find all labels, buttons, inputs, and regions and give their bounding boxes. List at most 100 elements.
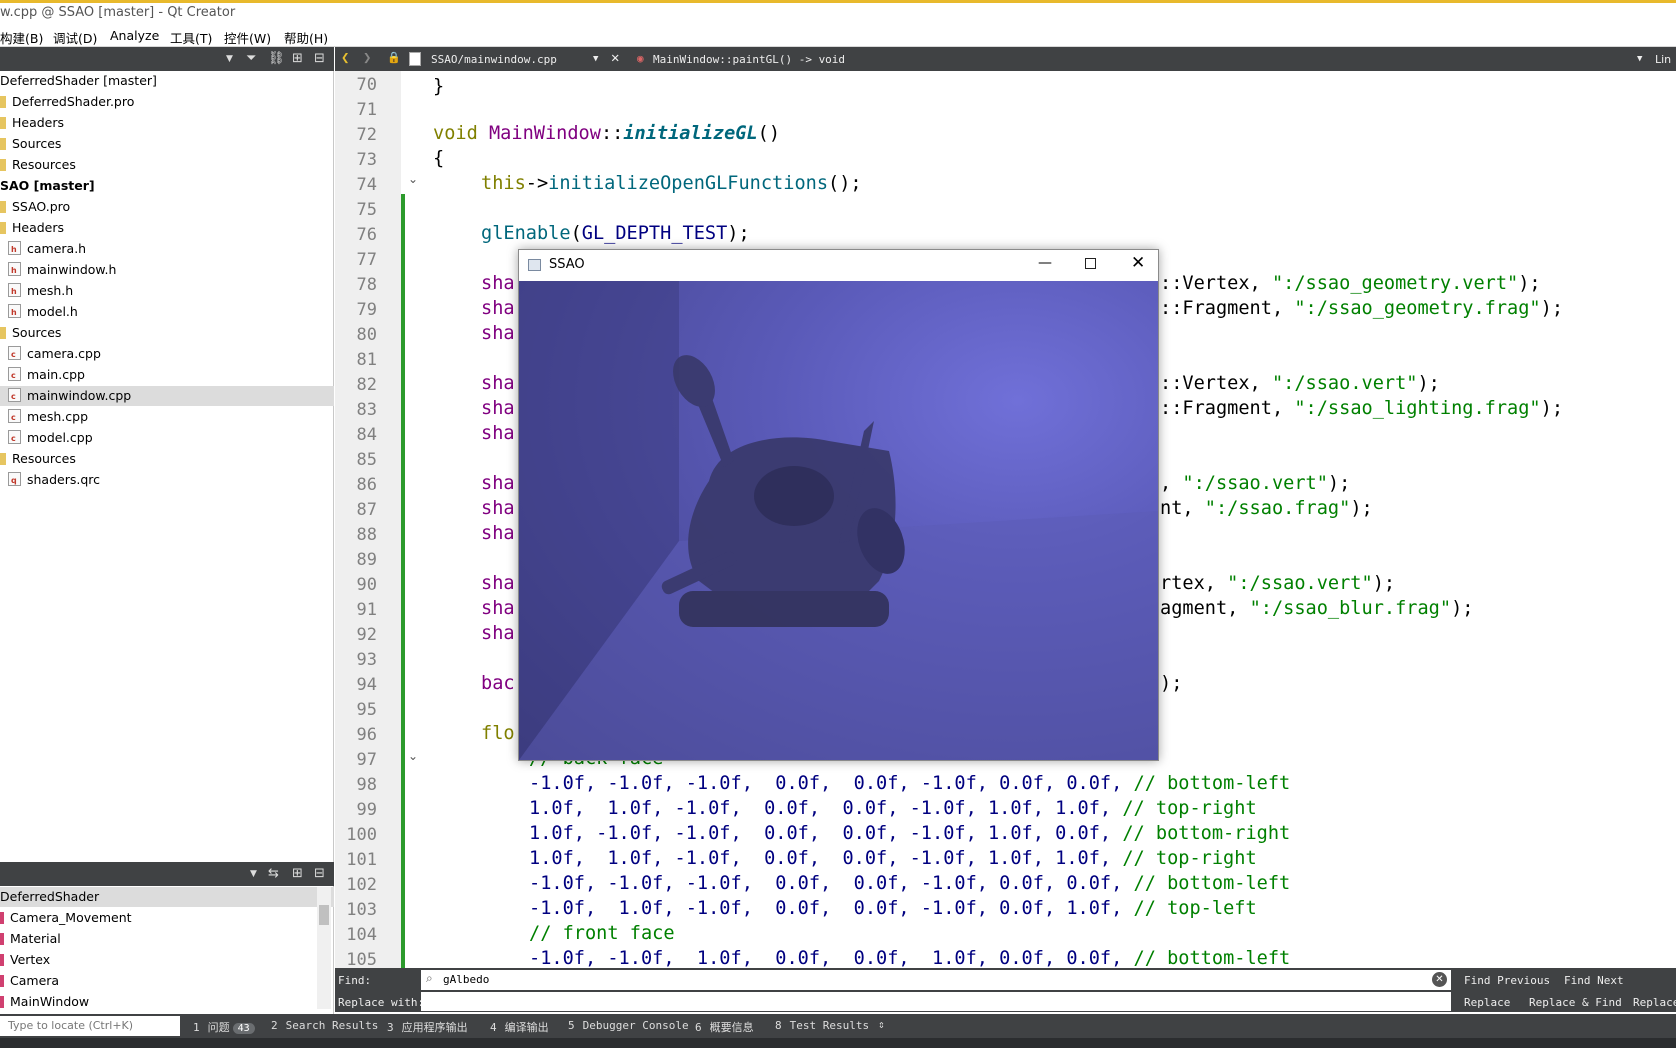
tree-item[interactable]: c mesh.cpp (0, 407, 334, 427)
updown-icon[interactable]: ⇕ (878, 1018, 885, 1031)
split-icon[interactable]: ⊞ (292, 51, 303, 66)
close-icon[interactable]: ✕ (1131, 253, 1145, 273)
chevron-down-icon[interactable]: ▼ (1637, 54, 1642, 64)
fold-icon[interactable]: ⌄ (408, 172, 418, 186)
output-tab[interactable]: 4 编译输出 (490, 1019, 549, 1035)
tree-item[interactable]: c main.cpp (0, 365, 334, 385)
tree-item-label: model.cpp (27, 430, 93, 445)
left-sidebar: ▼ ⏷ ⛓ ⊞ ⊟ DeferredShader [master] Deferre… (0, 47, 334, 1014)
function-icon: ◉ (637, 52, 644, 65)
close-pane-icon[interactable]: ⊟ (314, 51, 325, 66)
classview-root[interactable]: DeferredShader (0, 887, 334, 907)
tree-item[interactable]: q shaders.qrc (0, 470, 334, 490)
code-line-79: sha (481, 298, 515, 319)
clear-icon[interactable]: ✕ (1432, 972, 1447, 987)
tree-item[interactable]: h model.h (0, 302, 334, 322)
tree-item-label: Headers (12, 115, 65, 130)
replace-button[interactable]: Replace (1464, 996, 1510, 1009)
output-tab[interactable]: 8 Test Results (775, 1019, 869, 1032)
locator-input[interactable]: Type to locate (Ctrl+K) (0, 1016, 180, 1036)
menu-help[interactable]: 帮助(H) (284, 28, 328, 47)
close-icon[interactable]: ✕ (611, 50, 619, 66)
line-number: 74 (356, 175, 377, 195)
find-previous-button[interactable]: Find Previous (1464, 974, 1550, 987)
ssao-titlebar[interactable]: SSAO — ✕ (519, 250, 1158, 281)
tree-item[interactable]: c mainwindow.cpp (0, 386, 334, 406)
menu-tools[interactable]: 工具(T) (170, 28, 212, 47)
classview-item[interactable]: Camera_Movement (0, 908, 132, 928)
chevron-down-icon[interactable]: ▼ (226, 54, 233, 64)
chevron-down-icon[interactable]: ▼ (250, 869, 257, 879)
menu-widgets[interactable]: 控件(W) (224, 28, 271, 47)
code-line-103: -1.0f, 1.0f, -1.0f, 0.0f, 0.0f, -1.0f, 0… (529, 898, 1257, 919)
folder-icon (0, 159, 6, 171)
find-value: gAlbedo (443, 973, 490, 986)
chevron-down-icon[interactable]: ▼ (593, 54, 598, 64)
code-line-83-tail: ::Fragment, ":/ssao_lighting.frag"); (1160, 398, 1564, 419)
symbol-selector[interactable]: MainWindow::paintGL() -> void (653, 53, 845, 66)
classview-item[interactable]: Vertex (0, 950, 50, 970)
tree-item-label: mainwindow.h (27, 262, 117, 277)
replace-input[interactable] (421, 992, 1451, 1011)
tree-item-label: DeferredShader.pro (12, 94, 135, 109)
fold-icon[interactable]: ⌄ (408, 749, 418, 763)
tree-item[interactable]: Headers (0, 218, 334, 238)
line-selector[interactable]: Lin (1655, 53, 1671, 66)
maximize-icon[interactable] (1085, 258, 1096, 269)
code-line-96: flo (481, 723, 515, 744)
line-number: 104 (346, 925, 377, 945)
split-icon[interactable]: ⊞ (292, 866, 303, 881)
output-tab[interactable]: 6 概要信息 (695, 1019, 754, 1035)
filter-icon[interactable]: ⏷ (246, 51, 256, 66)
classview-item[interactable]: MainWindow (0, 992, 89, 1012)
output-tab[interactable]: 2 Search Results (271, 1019, 378, 1032)
find-input[interactable]: ⌕ gAlbedo ✕ (421, 970, 1451, 990)
render-viewport[interactable] (519, 281, 1158, 760)
h-file-icon: h (8, 241, 21, 255)
sync-icon[interactable]: ⇆ (268, 866, 279, 881)
tree-item[interactable]: Sources (0, 323, 334, 343)
line-number: 86 (356, 475, 377, 495)
folder-icon (0, 327, 6, 339)
tree-item[interactable]: h camera.h (0, 239, 334, 259)
tree-item-label: main.cpp (27, 367, 85, 382)
link-icon[interactable]: ⛓ (268, 51, 285, 66)
cpp-file-icon (409, 52, 421, 66)
line-number: 95 (356, 700, 377, 720)
tree-item[interactable]: DeferredShader.pro (0, 92, 334, 112)
menu-analyze[interactable]: Analyze (110, 28, 159, 43)
replace-all-button[interactable]: Replace (1633, 996, 1676, 1009)
tree-item[interactable]: Resources (0, 155, 334, 175)
line-number: 76 (356, 225, 377, 245)
tree-item[interactable]: h mesh.h (0, 281, 334, 301)
classview-item[interactable]: Material (0, 929, 61, 949)
output-tab-label: 应用程序输出 (401, 1021, 468, 1034)
tree-item[interactable]: Headers (0, 113, 334, 133)
line-number: 71 (356, 100, 377, 120)
output-tab[interactable]: 3 应用程序输出 (387, 1019, 468, 1035)
output-tab[interactable]: 5 Debugger Console (568, 1019, 689, 1032)
tree-item[interactable]: c camera.cpp (0, 344, 334, 364)
forward-icon[interactable]: ❯ (363, 50, 371, 66)
file-tab[interactable]: SSAO/mainwindow.cpp (431, 53, 557, 66)
output-tab[interactable]: 1 问题 43 (193, 1019, 255, 1035)
tree-item[interactable]: h mainwindow.h (0, 260, 334, 280)
tree-item[interactable]: Resources (0, 449, 334, 469)
classview-item[interactable]: Camera (0, 971, 59, 991)
back-icon[interactable]: ❮ (341, 50, 349, 66)
tree-item[interactable]: SSAO.pro (0, 197, 334, 217)
menu-build[interactable]: 构建(B) (0, 28, 43, 47)
menu-debug[interactable]: 调试(D) (53, 28, 97, 47)
tree-item[interactable]: Sources (0, 134, 334, 154)
tree-item[interactable]: c model.cpp (0, 428, 334, 448)
tree-item[interactable]: DeferredShader [master] (0, 71, 334, 91)
folder-icon (0, 453, 6, 465)
code-line-78: sha (481, 273, 515, 294)
tree-item-label: SAO [master] (0, 178, 95, 193)
tree-item[interactable]: SAO [master] (0, 176, 334, 196)
find-next-button[interactable]: Find Next (1564, 974, 1624, 987)
minimize-icon[interactable]: — (1038, 255, 1052, 271)
ssao-window[interactable]: SSAO — ✕ (518, 249, 1159, 761)
pro-file-icon (0, 201, 6, 213)
replace-find-button[interactable]: Replace & Find (1529, 996, 1622, 1009)
